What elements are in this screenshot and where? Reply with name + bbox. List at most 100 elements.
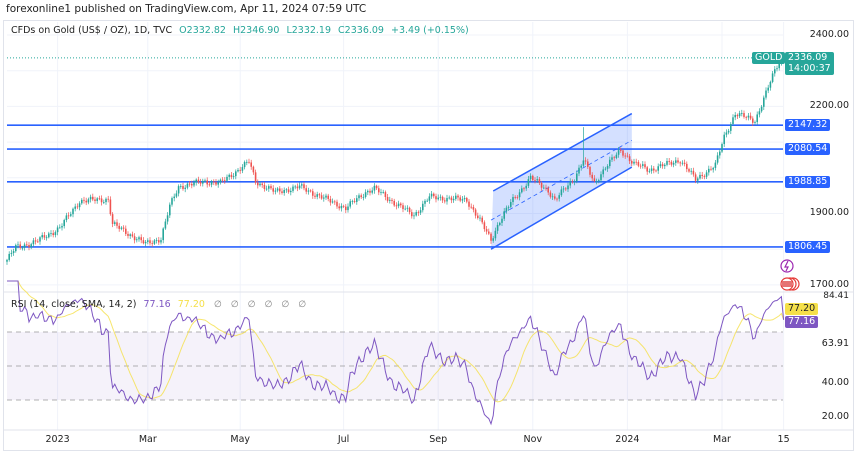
candle-body (609, 159, 611, 167)
candle-body (479, 217, 481, 219)
null-value: ∅ (230, 300, 239, 310)
rsi-title[interactable]: RSI (14, close, SMA, 14, 2) (11, 299, 136, 310)
candle-body (655, 170, 657, 172)
candle-body (81, 199, 83, 204)
candle-body (177, 186, 180, 194)
candle-body (455, 195, 457, 199)
candle-body (666, 161, 668, 165)
candle-body (228, 174, 230, 177)
rsi-value: 77.16 (143, 299, 171, 310)
candle-body (331, 201, 334, 203)
candle-body (635, 161, 637, 163)
rsi-value-tag: 77.16 (785, 316, 819, 328)
candle-body (224, 180, 226, 182)
candle-body (591, 174, 593, 179)
candle-body (505, 207, 508, 212)
candle-body (206, 180, 208, 185)
candle-body (257, 182, 259, 186)
candle-body (87, 199, 90, 203)
candle-body (556, 198, 558, 200)
candle-body (276, 188, 279, 191)
candle-body (375, 185, 378, 189)
candle-body (219, 179, 222, 183)
null-value: ∅ (213, 300, 222, 310)
candle-body (89, 196, 92, 200)
candle-body (140, 237, 142, 241)
candle-body (147, 240, 149, 242)
bar-countdown: 14:00:37 (788, 63, 831, 74)
candle-body (567, 185, 569, 190)
candle-body (716, 155, 719, 163)
candle-body (551, 196, 554, 198)
candle-body (261, 183, 263, 185)
chart-canvas[interactable] (0, 0, 857, 453)
candle-body (391, 199, 393, 201)
time-axis-label: Jul (337, 434, 350, 445)
candle-body (516, 197, 519, 198)
candle-body (96, 198, 98, 201)
candle-body (694, 174, 697, 181)
candle-body (56, 227, 59, 233)
candle-body (193, 182, 195, 186)
candle-body (584, 160, 587, 162)
candle-body (714, 162, 717, 168)
rsi-sma-value: 77.20 (177, 299, 205, 310)
time-axis-label: Mar (138, 434, 157, 445)
candle-body (521, 188, 523, 193)
candle-body (342, 205, 345, 207)
candle-body (362, 196, 365, 198)
candle-body (162, 228, 164, 241)
candle-body (659, 164, 662, 167)
candle-body (369, 190, 371, 193)
candle-body (45, 237, 48, 239)
candle-body (690, 170, 692, 172)
candle-body (415, 212, 417, 216)
candle-body (560, 189, 563, 196)
candle-body (710, 168, 712, 170)
candle-body (122, 227, 125, 229)
null-value: ∅ (298, 300, 307, 310)
candle-body (633, 161, 635, 164)
candle-body (444, 200, 446, 202)
candle-body (400, 203, 402, 206)
candle-body (26, 244, 28, 246)
candle-body (116, 222, 118, 226)
candle-body (411, 212, 413, 217)
candle-body (580, 165, 582, 168)
candle-body (615, 154, 618, 159)
time-axis-label: Sep (429, 434, 448, 445)
candle-body (30, 244, 32, 248)
candle-body (446, 198, 448, 202)
candle-body (763, 97, 765, 107)
candle-body (28, 245, 30, 248)
candle-body (688, 169, 690, 172)
candle-body (270, 186, 272, 189)
candle-body (672, 162, 675, 165)
candle-body (628, 156, 631, 162)
candle-body (540, 182, 543, 188)
candle-body (776, 68, 778, 70)
candle-body (338, 206, 340, 209)
candle-body (221, 179, 224, 181)
candle-body (294, 186, 296, 188)
candle-body (613, 157, 615, 159)
candle-body (195, 179, 197, 183)
candle-body (314, 195, 316, 197)
candle-body (149, 240, 151, 244)
candle-body (382, 192, 384, 193)
symbol-name[interactable]: CFDs on Gold (US$ / OZ), 1D, TVC (11, 25, 172, 36)
candle-body (413, 215, 415, 217)
last-price: 2336.09 (788, 52, 828, 63)
ohlc-low: L2332.19 (286, 25, 332, 36)
candle-body (463, 198, 466, 200)
candle-body (408, 207, 411, 213)
candle-body (305, 188, 307, 192)
candle-body (347, 206, 349, 211)
candle-body (774, 69, 776, 74)
candle-body (459, 197, 461, 201)
candle-body (741, 113, 743, 114)
candle-body (384, 192, 387, 198)
candle-body (472, 207, 475, 210)
candle-body (107, 198, 109, 200)
candle-body (435, 196, 437, 200)
